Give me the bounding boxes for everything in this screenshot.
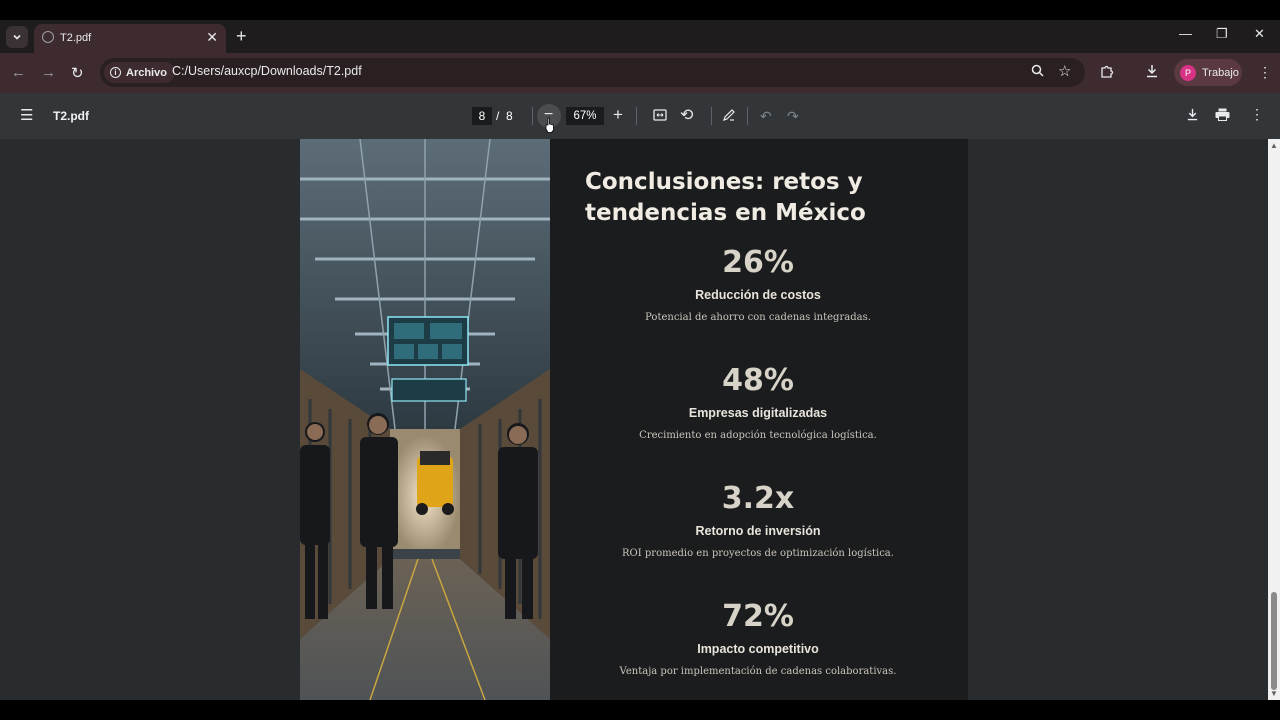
globe-icon <box>42 31 54 43</box>
stat-label: Impacto competitivo <box>697 642 819 656</box>
scroll-up-arrow-icon[interactable]: ▲ <box>1270 141 1278 150</box>
download-icon[interactable] <box>1186 108 1199 124</box>
reload-icon[interactable]: ↻ <box>71 64 84 82</box>
stat-value: 3.2x <box>721 481 795 516</box>
stat-label: Reducción de costos <box>695 288 821 302</box>
mouse-cursor-icon <box>545 117 554 133</box>
divider <box>636 107 637 125</box>
close-icon[interactable]: ✕ <box>206 29 218 46</box>
restore-icon[interactable]: ❐ <box>1216 26 1228 42</box>
scroll-down-arrow-icon[interactable]: ▼ <box>1270 689 1278 698</box>
warehouse-photo <box>300 139 550 700</box>
forward-arrow-icon[interactable]: → <box>41 64 56 81</box>
site-chip-label: Archivo <box>126 66 167 79</box>
window-close-icon[interactable]: ✕ <box>1254 26 1265 42</box>
zoom-in-icon[interactable]: + <box>613 105 623 125</box>
stat-description: Crecimiento en adopción tecnológica logí… <box>639 430 877 441</box>
tab-strip: T2.pdf ✕ + — ❐ ✕ <box>0 20 1280 53</box>
pdf-file-title: T2.pdf <box>53 109 89 123</box>
stat-value: 72% <box>722 599 794 634</box>
star-icon[interactable]: ☆ <box>1058 62 1071 80</box>
chevron-down-icon <box>13 34 21 40</box>
magnifier-icon[interactable] <box>1031 64 1044 80</box>
rotate-icon[interactable]: ⟲ <box>680 105 693 125</box>
puzzle-icon[interactable] <box>1100 64 1114 82</box>
stat-description: Potencial de ahorro con cadenas integrad… <box>645 312 871 323</box>
screen-top-edge <box>0 0 1280 20</box>
stat-description: Ventaja por implementación de cadenas co… <box>619 666 897 677</box>
pen-icon[interactable] <box>722 108 736 125</box>
divider <box>711 107 712 125</box>
minimize-icon[interactable]: — <box>1179 26 1192 41</box>
url-text[interactable]: C:/Users/auxcp/Downloads/T2.pdf <box>172 64 362 78</box>
avatar: P <box>1180 64 1196 81</box>
zoom-level-input[interactable]: 67% <box>566 107 604 125</box>
tab-title: T2.pdf <box>60 32 92 44</box>
browser-toolbar: ← → ↻ i Archivo C:/Users/auxcp/Downloads… <box>0 53 1280 93</box>
undo-icon[interactable]: ↶ <box>760 108 772 125</box>
screen-bottom-edge <box>0 700 1280 720</box>
kebab-menu-icon[interactable]: ⋮ <box>1250 106 1264 123</box>
site-info-chip[interactable]: i Archivo <box>104 62 175 83</box>
hamburger-icon[interactable]: ☰ <box>20 106 33 124</box>
profile-button[interactable]: P Trabajo <box>1174 59 1242 86</box>
stat-block: 72% Impacto competitivo Ventaja por impl… <box>585 599 931 677</box>
stat-block: 48% Empresas digitalizadas Crecimiento e… <box>585 363 931 441</box>
fit-page-icon[interactable] <box>653 108 667 124</box>
scrollbar-thumb[interactable] <box>1271 592 1277 690</box>
stat-description: ROI promedio en proyectos de optimizació… <box>622 548 894 559</box>
info-icon: i <box>110 67 121 78</box>
stat-block: 3.2x Retorno de inversión ROI promedio e… <box>585 481 931 559</box>
page-total: 8 <box>506 109 513 123</box>
tab-search-button[interactable] <box>6 26 28 48</box>
back-arrow-icon[interactable]: ← <box>11 64 26 81</box>
pdf-page: Conclusiones: retos y tendencias en Méxi… <box>300 139 968 700</box>
stat-value: 26% <box>722 245 794 280</box>
divider <box>747 107 748 125</box>
pdf-toolbar: ☰ T2.pdf 8 / 8 − 67% + ⟲ ↶ ↷ ⋮ <box>0 93 1280 139</box>
kebab-menu-icon[interactable]: ⋮ <box>1258 64 1272 81</box>
stat-block: 26% Reducción de costos Potencial de aho… <box>585 245 931 323</box>
stat-value: 48% <box>722 363 794 398</box>
redo-icon[interactable]: ↷ <box>787 108 799 125</box>
stat-label: Empresas digitalizadas <box>688 406 828 420</box>
printer-icon[interactable] <box>1215 108 1230 124</box>
pdf-document-area[interactable]: Conclusiones: retos y tendencias en Méxi… <box>0 139 1268 700</box>
page-number-input[interactable]: 8 <box>472 107 492 125</box>
slide-headline: Conclusiones: retos y tendencias en Méxi… <box>585 169 866 226</box>
divider <box>532 107 533 125</box>
address-bar[interactable]: i Archivo C:/Users/auxcp/Downloads/T2.pd… <box>100 58 1085 87</box>
stat-label: Retorno de inversión <box>695 524 821 538</box>
plus-icon[interactable]: + <box>236 26 247 46</box>
tab-t2-pdf[interactable]: T2.pdf ✕ <box>34 24 226 53</box>
page-separator: / <box>496 109 500 123</box>
download-icon[interactable] <box>1145 64 1159 82</box>
profile-name: Trabajo <box>1202 66 1239 79</box>
vertical-scrollbar[interactable]: ▲ ▼ <box>1268 139 1280 700</box>
